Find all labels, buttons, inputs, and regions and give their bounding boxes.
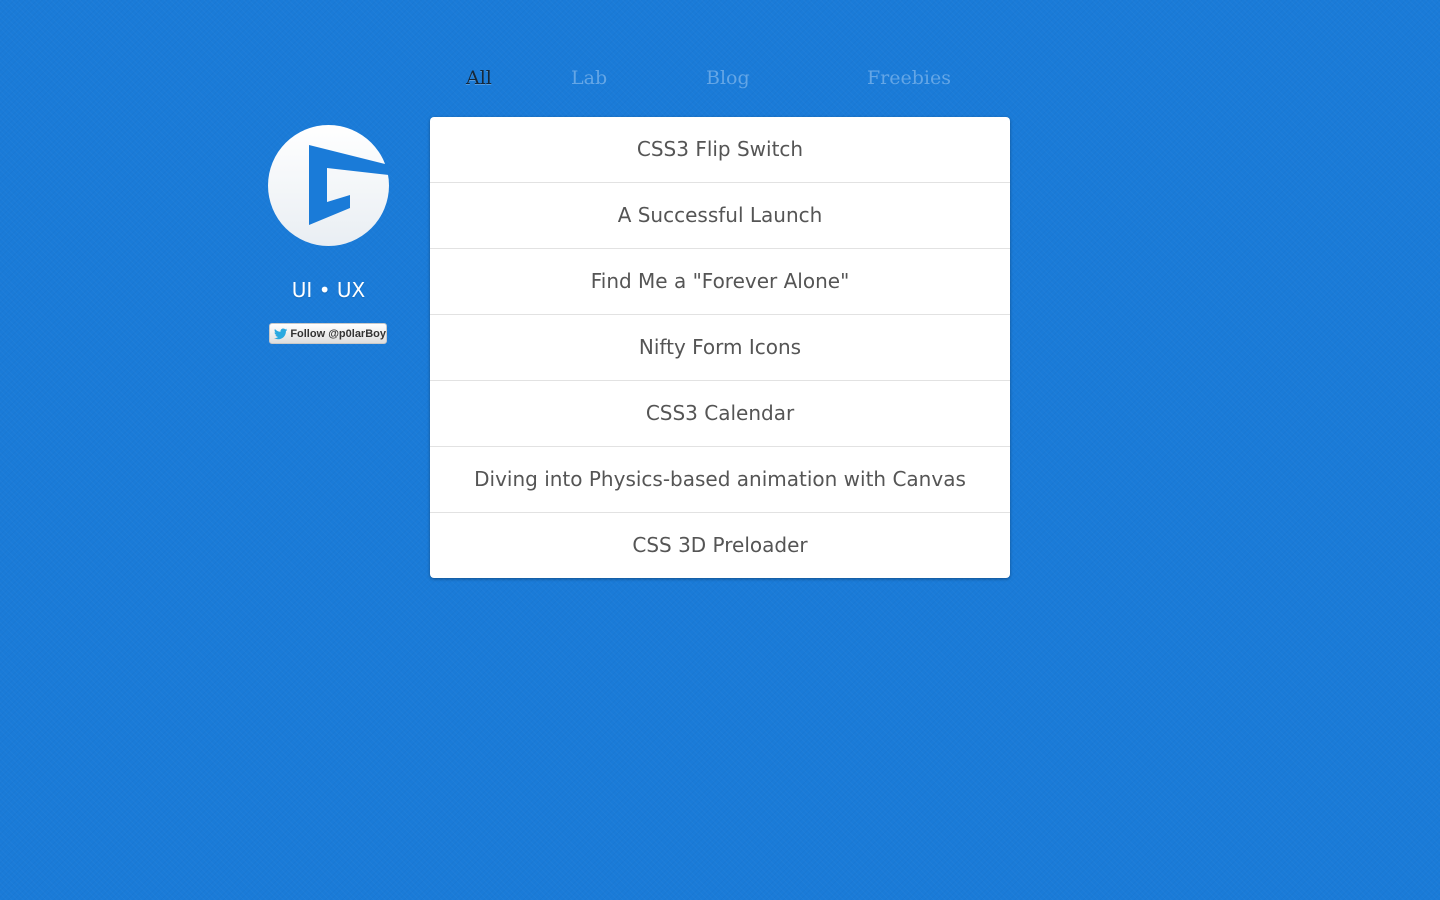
twitter-bird-icon [274, 327, 288, 339]
post-item-css-3d-preloader[interactable]: CSS 3D Preloader [430, 513, 1010, 578]
post-item-a-successful-launch[interactable]: A Successful Launch [430, 183, 1010, 249]
post-item-forever-alone[interactable]: Find Me a "Forever Alone" [430, 249, 1010, 315]
follow-button-label: Follow @p0larBoy [290, 327, 386, 340]
tab-blog[interactable]: Blog [706, 64, 750, 92]
post-item-nifty-form-icons[interactable]: Nifty Form Icons [430, 315, 1010, 381]
c-logo-icon[interactable] [268, 125, 389, 246]
tab-lab[interactable]: Lab [571, 64, 607, 92]
top-nav: All Lab Blog Freebies [0, 64, 1440, 94]
twitter-follow-button[interactable]: Follow @p0larBoy [269, 323, 387, 344]
post-item-css3-flip-switch[interactable]: CSS3 Flip Switch [430, 117, 1010, 183]
post-list: CSS3 Flip Switch A Successful Launch Fin… [430, 117, 1010, 578]
tab-all[interactable]: All [466, 64, 492, 92]
post-item-css3-calendar[interactable]: CSS3 Calendar [430, 381, 1010, 447]
tab-freebies[interactable]: Freebies [867, 64, 951, 92]
post-item-physics-animation-canvas[interactable]: Diving into Physics-based animation with… [430, 447, 1010, 513]
site-tagline: UI • UX [291, 278, 366, 302]
